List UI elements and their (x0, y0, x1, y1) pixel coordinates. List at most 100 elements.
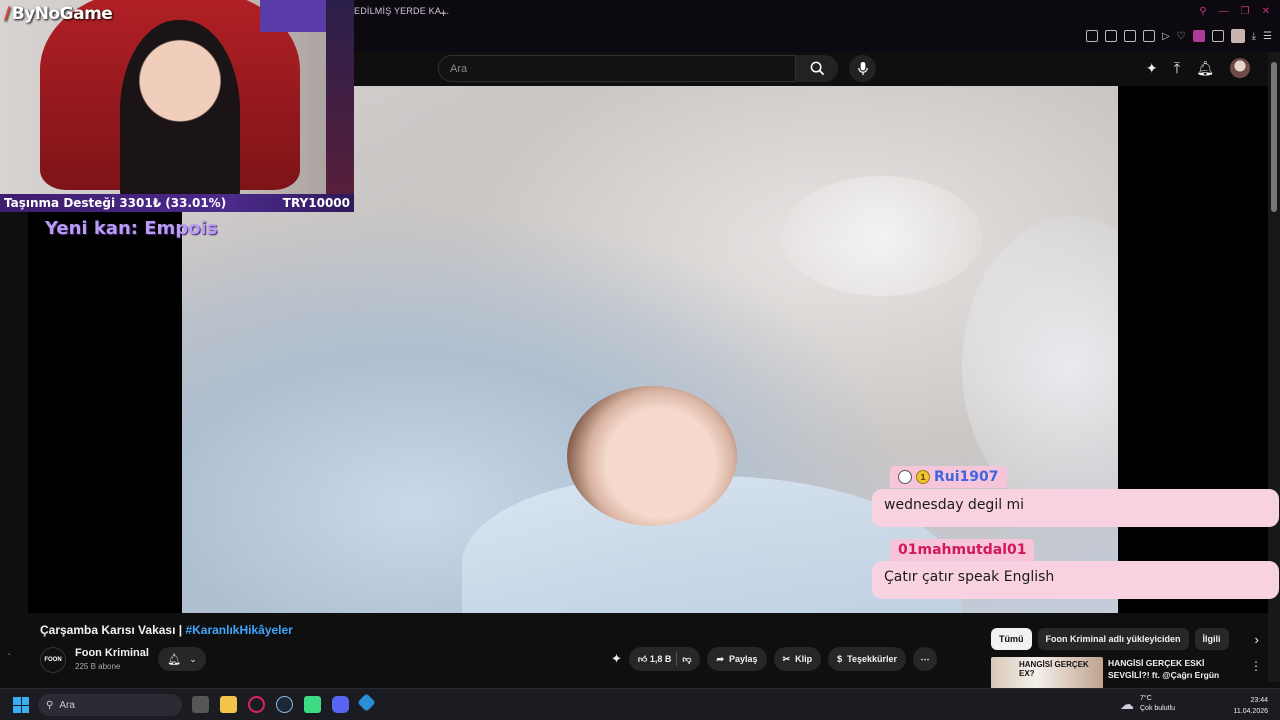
shield-icon[interactable] (1123, 30, 1136, 42)
chat-username: 01mahmutdal01 (898, 542, 1027, 558)
weather-widget[interactable]: 7°C Çok bulutlu (1140, 694, 1175, 714)
voice-search-button[interactable] (849, 55, 876, 82)
steam-icon[interactable] (276, 696, 293, 713)
subscriber-count: 225 B abone (75, 662, 121, 671)
network-app-icon[interactable] (357, 693, 376, 712)
clip-label: Klip (795, 654, 813, 664)
puzzle-icon[interactable] (1211, 30, 1224, 42)
share-button[interactable]: ➦ Paylaş (707, 647, 767, 671)
taskbar-apps (192, 693, 376, 713)
maximize-icon[interactable]: ❐ (1241, 6, 1250, 17)
webcam-overlay: / ByNoGame (0, 0, 354, 212)
thanks-button[interactable]: $ Teşekkürler (828, 647, 906, 671)
thumbs-down-icon[interactable]: 👎︎ (682, 654, 691, 665)
notifications-bell-icon[interactable]: 🔔︎ (1196, 60, 1214, 77)
streamer (120, 20, 240, 210)
chevron-down-icon: ⌄ (189, 653, 197, 664)
channel-avatar[interactable]: FOON (40, 647, 66, 673)
chip-from-uploader[interactable]: Foon Kriminal adlı yükleyiciden (1037, 628, 1189, 650)
profile-icon[interactable] (1230, 29, 1245, 43)
thumbs-up-icon: 👍︎ (637, 653, 648, 664)
video-title-text: Çarşamba Karısı Vakası | (40, 623, 186, 637)
window-controls: ⚲ — ❐ ✕ (1199, 6, 1270, 17)
chat-username: Rui1907 (934, 469, 999, 485)
video-frame-detail (782, 176, 982, 296)
channel-name[interactable]: Foon Kriminal (75, 647, 149, 659)
video-title: Çarşamba Karısı Vakası | #KaranlıkHikâye… (40, 623, 293, 637)
hashtag-link[interactable]: #KaranlıkHikâyeler (185, 623, 292, 637)
recommendation-filters: Tümü Foon Kriminal adlı yükleyiciden İlg… (991, 628, 1259, 650)
share-label: Paylaş (729, 654, 758, 664)
more-options-icon[interactable]: ⋮ (1250, 659, 1262, 673)
new-tab-button[interactable]: + (440, 6, 447, 20)
donation-goal-label: Taşınma Desteği 3301₺ (33.01%) (4, 196, 227, 210)
microphone-icon (857, 61, 868, 76)
chevron-right-icon[interactable]: › (1255, 632, 1259, 647)
create-icon[interactable]: ✦ (611, 651, 622, 667)
youtube-header: Ara ✦ ⤒ 🔔︎ (354, 52, 1280, 86)
more-actions-button[interactable]: ⋯ (913, 647, 937, 671)
upload-icon[interactable]: ⤒ (1174, 60, 1181, 77)
heart-icon[interactable]: ♡ (1177, 31, 1186, 42)
screenshot-icon[interactable] (1104, 30, 1117, 42)
pin-icon[interactable] (1085, 30, 1098, 42)
webcam-edge (326, 0, 354, 212)
moderator-badge-icon (898, 470, 912, 484)
clock-date: 11.04.2026 (1233, 708, 1268, 715)
donation-goal-bar: Taşınma Desteği 3301₺ (33.01%) TRY10000 (0, 194, 354, 212)
search-button[interactable] (796, 55, 838, 82)
browser-tab[interactable]: EDİLMİŞ YERDE KA... (354, 6, 449, 24)
chat-username-tag: 01mahmutdal01 (890, 539, 1035, 561)
android-app-icon[interactable] (304, 696, 321, 713)
avatar[interactable] (1230, 58, 1250, 78)
logo-slash-icon: / (4, 4, 10, 24)
video-frame-baby (567, 386, 737, 526)
sidebar-indicator: ▪ (8, 652, 11, 658)
play-icon[interactable]: ▷ (1162, 31, 1170, 42)
windows-taskbar: ⚲ Ara ☁ 7°C Çok bulutlu 23:44 11.04.2026 (0, 688, 1280, 720)
recommended-title[interactable]: HANGİSİ GERÇEK ESKİ SEVGİLİ?! ft. @Çağrı… (1108, 657, 1238, 689)
taskbar-search[interactable]: ⚲ Ara (38, 694, 182, 716)
system-tray: ☁ 7°C Çok bulutlu (1120, 694, 1175, 714)
bell-icon: 🔔︎ (167, 653, 182, 666)
like-button[interactable]: 👍︎ 1,8 B (638, 654, 671, 665)
scrollbar-thumb[interactable] (1271, 62, 1277, 212)
screen: EDİLMİŞ YERDE KA... + ⚲ — ❐ ✕ ▷ ♡ ⤓ ☰ Ar… (0, 0, 1280, 720)
video-thumbnail[interactable]: HANGİSİ GERÇEK EX? (991, 657, 1103, 689)
search-input[interactable]: Ara (438, 55, 796, 82)
logo-text: ByNoGame (11, 4, 113, 24)
weather-cloud-icon[interactable]: ☁ (1120, 696, 1134, 713)
close-icon[interactable]: ✕ (1262, 6, 1270, 17)
taskbar-search-placeholder: Ara (59, 699, 75, 711)
chip-related[interactable]: İlgili (1194, 628, 1229, 650)
file-explorer-icon[interactable] (220, 696, 237, 713)
recommended-video[interactable]: HANGİSİ GERÇEK EX? HANGİSİ GERÇEK ESKİ S… (991, 657, 1238, 689)
chat-username-tag: 1 Rui1907 (890, 466, 1007, 488)
coin-badge-icon: 1 (916, 470, 930, 484)
new-follower-alert: Yeni kan: Empois (45, 218, 218, 239)
thanks-label: Teşekkürler (847, 654, 897, 664)
search-icon[interactable]: ⚲ (1199, 6, 1206, 17)
download-icon[interactable]: ⤓ (1252, 31, 1256, 42)
create-icon[interactable]: ✦ (1146, 60, 1158, 77)
chip-all[interactable]: Tümü (991, 628, 1032, 650)
chat-message: 1 Rui1907 wednesday degil mi (872, 466, 1279, 527)
clip-button[interactable]: ✂ Klip (773, 647, 822, 671)
donation-goal-target: TRY10000 (282, 196, 350, 210)
sync-icon[interactable] (1142, 30, 1155, 42)
extension-icon[interactable] (1192, 30, 1205, 42)
video-actions: ✦ 👍︎ 1,8 B 👎︎ ➦ Paylaş ✂ Klip $ Teşekkürler… (611, 647, 937, 671)
minimize-icon[interactable]: — (1219, 6, 1229, 17)
discord-icon[interactable] (332, 696, 349, 713)
task-view-icon[interactable] (192, 696, 209, 713)
dollar-icon: $ (837, 654, 843, 664)
opera-browser-icon[interactable] (248, 696, 265, 713)
temperature: 7°C (1140, 695, 1152, 702)
thumbnail-text: HANGİSİ GERÇEK EX? (1019, 660, 1089, 678)
menu-icon[interactable]: ☰ (1263, 31, 1272, 42)
video-info: Çarşamba Karısı Vakası | #KaranlıkHikâye… (28, 613, 1268, 689)
divider (676, 652, 678, 666)
system-clock[interactable]: 23:44 11.04.2026 (1226, 695, 1268, 717)
windows-start-icon[interactable] (13, 697, 29, 713)
notification-settings-button[interactable]: 🔔︎ ⌄ (158, 647, 206, 671)
